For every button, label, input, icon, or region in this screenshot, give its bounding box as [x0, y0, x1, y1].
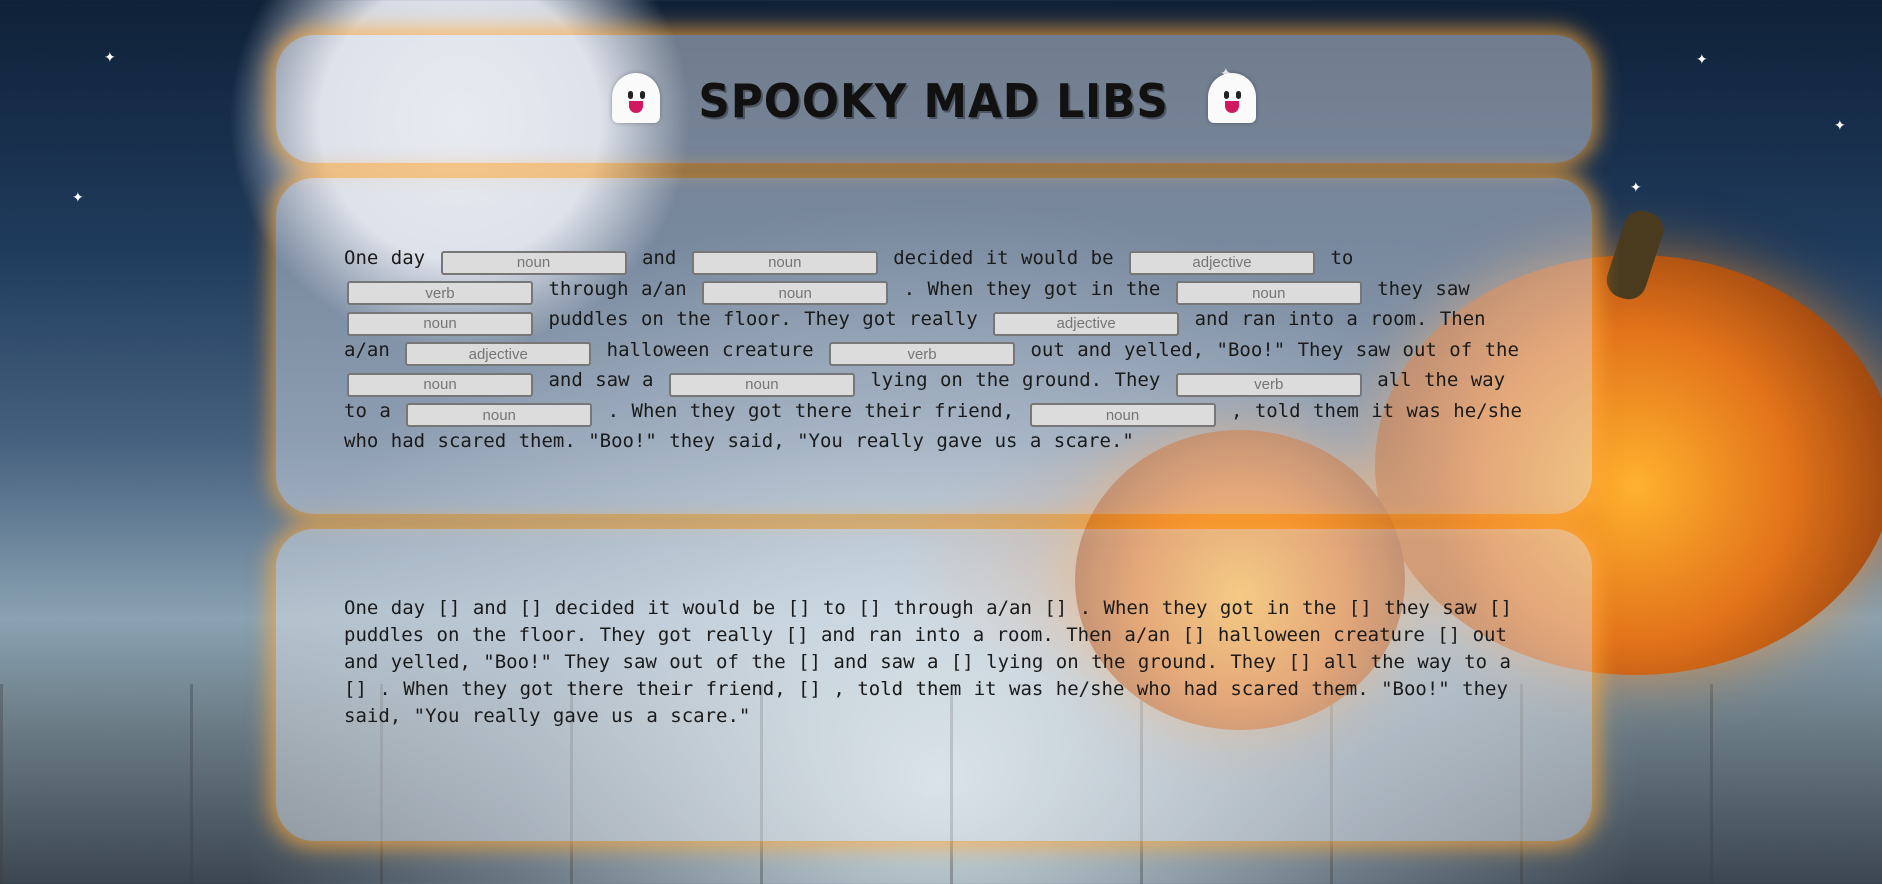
madlib-output-text: One day [] and [] decided it would be []… — [344, 597, 1512, 727]
noun-input[interactable] — [691, 250, 878, 275]
story-text: halloween creature — [606, 338, 814, 361]
adjective-input[interactable] — [1129, 250, 1316, 275]
star-icon: ✦ — [1834, 118, 1846, 134]
verb-input[interactable] — [347, 281, 533, 305]
noun-input[interactable] — [406, 403, 593, 427]
noun-input[interactable] — [1029, 403, 1216, 427]
story-text: . When they got there their friend, — [607, 399, 1015, 422]
verb-input[interactable] — [829, 342, 1016, 366]
story-text: out and yelled, "Boo!" They saw out of t… — [1030, 338, 1519, 361]
noun-input[interactable] — [668, 372, 855, 397]
madlib-form-panel: One day and decided it would be to throu… — [276, 178, 1592, 514]
verb-input[interactable] — [1175, 372, 1362, 397]
story-text: to — [1330, 247, 1354, 269]
star-icon: ✦ — [72, 190, 84, 206]
story-text: and saw a — [548, 369, 654, 391]
noun-input[interactable] — [702, 281, 889, 305]
noun-input[interactable] — [347, 311, 533, 336]
story-text: . When they got in the — [903, 277, 1161, 300]
title-panel: SPOOKY MAD LIBS — [276, 35, 1592, 163]
story-text: One day — [344, 247, 426, 269]
star-icon: ✦ — [104, 50, 116, 66]
madlib-output-panel: One day [] and [] decided it would be []… — [276, 529, 1592, 841]
story-text: they saw — [1377, 277, 1470, 300]
story-text: through a/an — [548, 277, 687, 300]
noun-input[interactable] — [440, 250, 627, 275]
star-icon: ✦ — [1696, 52, 1708, 68]
ghost-emoji-icon — [610, 73, 662, 129]
madlib-form: One day and decided it would be to throu… — [344, 244, 1534, 456]
adjective-input[interactable] — [993, 311, 1180, 336]
title-row: SPOOKY MAD LIBS — [276, 73, 1592, 129]
story-text: puddles on the floor. They got really — [548, 308, 978, 330]
page-title: SPOOKY MAD LIBS — [698, 74, 1170, 128]
star-icon: ✦ — [1630, 180, 1642, 196]
story-text: decided it would be — [893, 247, 1114, 269]
noun-input[interactable] — [347, 372, 533, 397]
noun-input[interactable] — [1175, 281, 1362, 305]
story-text: lying on the ground. They — [870, 369, 1161, 391]
ghost-emoji-icon — [1206, 73, 1258, 129]
adjective-input[interactable] — [405, 342, 592, 366]
story-text: and — [641, 247, 677, 269]
